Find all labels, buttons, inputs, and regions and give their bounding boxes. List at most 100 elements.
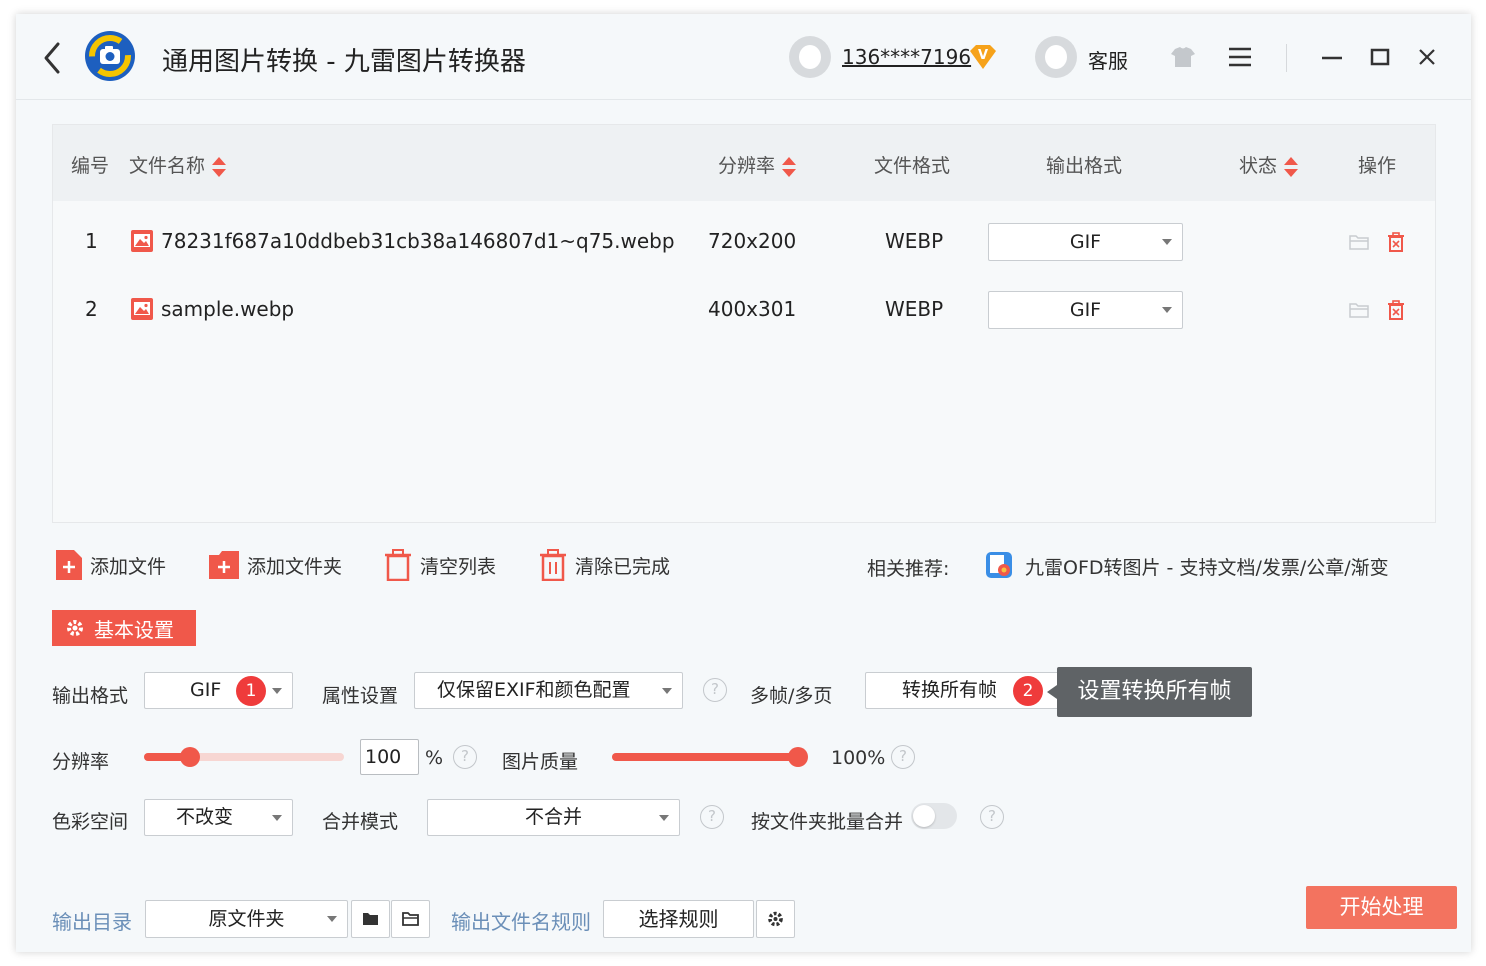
header-index: 编号: [71, 155, 110, 177]
select-rule-button[interactable]: 选择规则: [603, 900, 754, 938]
colorspace-select[interactable]: 不改变: [144, 799, 293, 836]
header-resolution[interactable]: 分辨率: [718, 151, 797, 178]
header-status-label: 状态: [1239, 155, 1278, 177]
close-icon[interactable]: [1410, 40, 1444, 74]
attr-settings-value: 仅保留EXIF和颜色配置: [437, 679, 631, 701]
add-file-button[interactable]: 添加文件: [56, 548, 166, 582]
file-table: 编号 文件名称 分辨率 文件格式 输出格式 状态 操作 1 78231f687a…: [52, 124, 1436, 523]
image-file-icon: [131, 230, 153, 252]
skin-tshirt-icon[interactable]: [1166, 40, 1200, 74]
tooltip-convert-all-frames: 设置转换所有帧: [1047, 667, 1252, 717]
table-row[interactable]: 1 78231f687a10ddbeb31cb38a146807d1~q75.w…: [53, 209, 1435, 277]
filename-rule-label[interactable]: 输出文件名规则: [451, 906, 591, 935]
open-output-folder-button[interactable]: [391, 900, 430, 938]
sort-icon[interactable]: [781, 156, 797, 178]
sort-icon[interactable]: [1283, 156, 1299, 178]
quality-slider[interactable]: [612, 747, 808, 767]
multiframe-value: 转换所有帧: [902, 679, 998, 701]
dropdown-caret-icon: [327, 916, 337, 922]
header-resolution-label: 分辨率: [718, 155, 776, 177]
recommend-label: 相关推荐:: [867, 558, 950, 580]
row-output-select[interactable]: GIF: [988, 291, 1183, 329]
output-dir-label[interactable]: 输出目录: [52, 906, 132, 935]
row-index: 1: [85, 229, 98, 253]
step-badge-2: 2: [1013, 676, 1043, 706]
row-filename: 78231f687a10ddbeb31cb38a146807d1~q75.web…: [161, 229, 675, 253]
menu-icon[interactable]: [1223, 40, 1257, 74]
batch-merge-toggle[interactable]: [911, 803, 957, 829]
merge-mode-select[interactable]: 不合并: [427, 799, 680, 836]
step-badge-1: 1: [236, 676, 266, 706]
help-icon[interactable]: ?: [703, 678, 727, 702]
merge-mode-value: 不合并: [524, 806, 582, 828]
row-format: WEBP: [885, 297, 944, 321]
app-logo-icon: [85, 31, 135, 81]
row-output-value: GIF: [1069, 299, 1102, 321]
clear-done-button[interactable]: 清除已完成: [539, 548, 670, 582]
minimize-icon[interactable]: [1315, 40, 1349, 74]
quality-value: 100%: [831, 747, 886, 769]
attr-settings-select[interactable]: 仅保留EXIF和颜色配置: [414, 672, 683, 709]
resolution-slider-thumb[interactable]: [180, 747, 200, 767]
title-bar: 通用图片转换 - 九雷图片转换器 136****7196 V 客服: [16, 14, 1471, 100]
help-icon[interactable]: ?: [891, 745, 915, 769]
customer-service-label[interactable]: 客服: [1088, 45, 1128, 74]
colorspace-label: 色彩空间: [52, 811, 129, 833]
delete-icon[interactable]: [1385, 299, 1407, 321]
help-icon[interactable]: ?: [453, 745, 477, 769]
delete-icon[interactable]: [1385, 231, 1407, 253]
ofd-app-icon[interactable]: [985, 551, 1013, 579]
add-file-label: 添加文件: [90, 555, 167, 578]
dropdown-caret-icon: [659, 814, 669, 821]
open-folder-icon[interactable]: [1348, 231, 1370, 253]
row-output-select[interactable]: GIF: [988, 223, 1183, 261]
add-file-icon: [56, 550, 82, 580]
quality-slider-thumb[interactable]: [788, 747, 808, 767]
help-icon[interactable]: ?: [700, 805, 724, 829]
recommend-link[interactable]: 九雷OFD转图片 - 支持文档/发票/公章/渐变: [1025, 553, 1389, 580]
header-status[interactable]: 状态: [1239, 151, 1299, 178]
merge-mode-label: 合并模式: [322, 811, 399, 833]
percent-sign: %: [425, 747, 444, 769]
row-output-value: GIF: [1069, 231, 1102, 253]
start-processing-button[interactable]: 开始处理: [1306, 886, 1457, 929]
output-dir-select[interactable]: 原文件夹: [145, 900, 348, 938]
app-title: 通用图片转换 - 九雷图片转换器: [162, 47, 526, 77]
maximize-icon[interactable]: [1363, 40, 1397, 74]
add-folder-button[interactable]: 添加文件夹: [209, 548, 342, 582]
vip-badge-text: V: [978, 48, 988, 63]
clear-list-button[interactable]: 清空列表: [384, 548, 496, 582]
output-dir-value: 原文件夹: [208, 908, 285, 930]
user-avatar[interactable]: [789, 36, 831, 78]
open-folder-icon[interactable]: [1348, 299, 1370, 321]
row-resolution: 400x301: [708, 297, 797, 321]
gear-icon: [67, 620, 83, 636]
help-icon[interactable]: ?: [980, 805, 1004, 829]
basic-settings-tab[interactable]: 基本设置: [52, 610, 196, 646]
trash-icon: [385, 549, 411, 581]
colorspace-value: 不改变: [176, 806, 234, 828]
resolution-input[interactable]: 100: [360, 739, 419, 775]
resolution-slider[interactable]: [144, 747, 344, 767]
add-folder-label: 添加文件夹: [247, 555, 343, 578]
quality-label: 图片质量: [502, 751, 579, 773]
resolution-label: 分辨率: [52, 751, 110, 773]
folder-filled-icon: [363, 913, 378, 925]
back-arrow-icon[interactable]: [38, 38, 68, 78]
clear-done-label: 清除已完成: [575, 555, 671, 578]
header-name[interactable]: 文件名称: [129, 151, 227, 178]
batch-merge-label: 按文件夹批量合并: [751, 811, 904, 833]
dropdown-caret-icon: [272, 687, 282, 694]
trash-done-icon: [540, 549, 566, 581]
table-row[interactable]: 2 sample.webp 400x301 WEBP GIF: [53, 277, 1435, 345]
customer-service-icon[interactable]: [1035, 36, 1077, 78]
user-name-link[interactable]: 136****7196: [842, 45, 971, 69]
output-format-select[interactable]: GIF: [144, 672, 293, 709]
row-resolution: 720x200: [708, 229, 797, 253]
gear-icon: [768, 911, 783, 927]
rule-settings-button[interactable]: [756, 900, 795, 938]
browse-folder-button[interactable]: [351, 900, 390, 938]
add-folder-icon: [209, 551, 239, 579]
sort-icon[interactable]: [211, 156, 227, 178]
image-file-icon: [131, 298, 153, 320]
